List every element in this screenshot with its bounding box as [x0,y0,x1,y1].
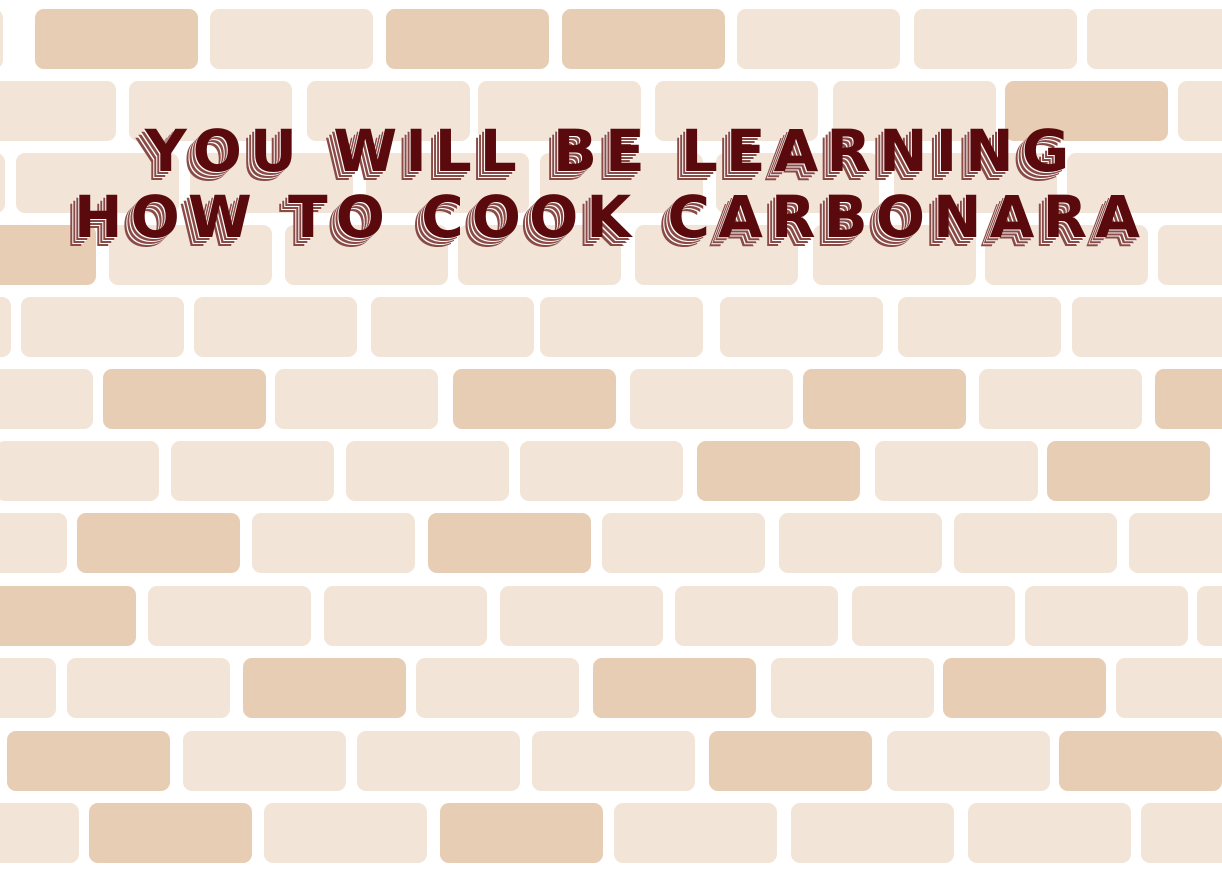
brick [630,369,793,429]
brick [943,658,1106,718]
brick [0,803,79,863]
brick [243,658,406,718]
brick [183,731,346,791]
brick [779,513,942,573]
brick [440,803,603,863]
brick [737,9,900,69]
brick [887,731,1050,791]
brick [428,513,591,573]
brick [264,803,427,863]
brick [979,369,1142,429]
brick [0,658,56,718]
brick [0,369,93,429]
brick [1155,369,1222,429]
brick [346,441,509,501]
brick [614,803,777,863]
brick [875,441,1038,501]
brick [720,297,883,357]
brick [898,297,1061,357]
brick [1141,803,1222,863]
title-line-1: YOU WILL BE LEARNING [144,117,1078,185]
brick [386,9,549,69]
brick [357,731,520,791]
brick [1072,297,1222,357]
brick [593,658,756,718]
brick [771,658,934,718]
brick [1087,9,1222,69]
brick [416,658,579,718]
slide: YOU WILL BE LEARNING HOW TO COOK CARBONA… [0,0,1222,880]
title-line-2: HOW TO COOK CARBONARA [74,183,1148,251]
brick [1047,441,1210,501]
brick [791,803,954,863]
brick [500,586,663,646]
brick [520,441,683,501]
brick [803,369,966,429]
brick [35,9,198,69]
brick [324,586,487,646]
brick [0,513,67,573]
brick [968,803,1131,863]
brick [0,297,11,357]
brick [77,513,240,573]
brick [697,441,860,501]
brick [1025,586,1188,646]
brick [602,513,765,573]
brick [171,441,334,501]
brick [148,586,311,646]
brick [194,297,357,357]
brick [0,9,3,69]
brick [371,297,534,357]
brick [0,586,136,646]
brick [275,369,438,429]
brick [7,731,170,791]
brick [89,803,252,863]
brick [709,731,872,791]
brick [0,441,159,501]
slide-title: YOU WILL BE LEARNING HOW TO COOK CARBONA… [0,118,1222,250]
brick [1129,513,1222,573]
brick [252,513,415,573]
brick [21,297,184,357]
brick [914,9,1077,69]
brick [1197,586,1222,646]
brick [675,586,838,646]
brick [67,658,230,718]
brick [210,9,373,69]
brick [562,9,725,69]
brick [540,297,703,357]
brick [1059,731,1222,791]
brick [1116,658,1222,718]
brick [954,513,1117,573]
brick [453,369,616,429]
brick [532,731,695,791]
brick [852,586,1015,646]
brick [103,369,266,429]
